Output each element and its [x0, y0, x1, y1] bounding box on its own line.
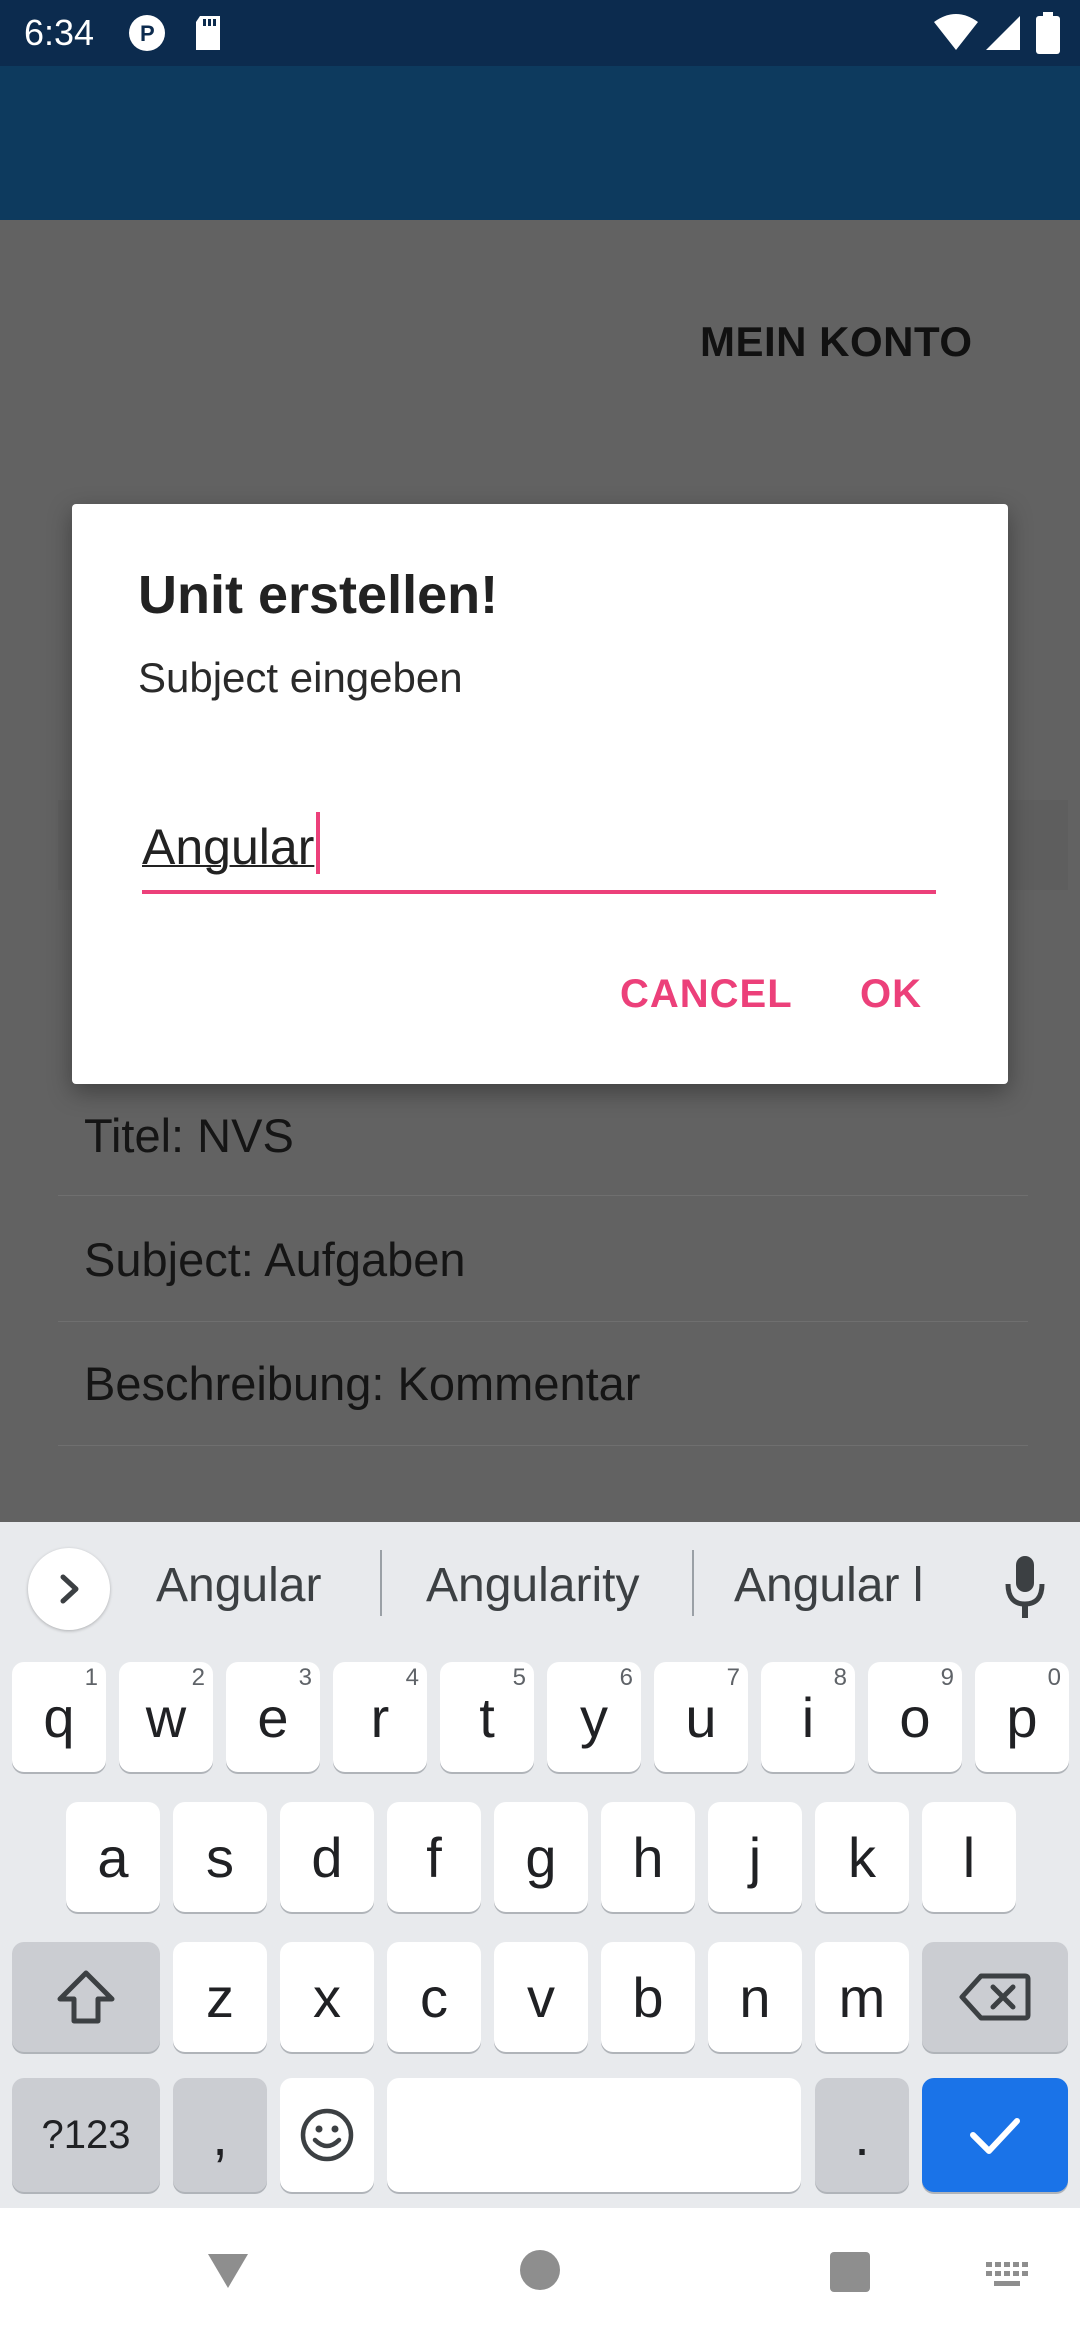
chevron-right-icon: [60, 1574, 79, 1604]
suggestion-2[interactable]: Angularity: [426, 1558, 639, 1613]
key-d[interactable]: d: [280, 1802, 374, 1912]
subject-input-field[interactable]: Angular: [142, 804, 936, 894]
background-row-subject: Subject: Aufgaben: [58, 1198, 1028, 1322]
p-app-icon: P: [129, 15, 165, 51]
suggestion-3[interactable]: Angular l: [734, 1558, 923, 1613]
svg-text:P: P: [140, 21, 155, 46]
microphone-icon[interactable]: [1000, 1552, 1050, 1622]
home-icon[interactable]: [518, 2248, 562, 2292]
key-label: i: [801, 1685, 815, 1749]
key-z[interactable]: z: [173, 1942, 267, 2052]
key-hint: 2: [191, 1664, 205, 1691]
key-s[interactable]: s: [173, 1802, 267, 1912]
key-label: t: [479, 1685, 495, 1749]
key-label: u: [685, 1685, 717, 1749]
key-label: q: [43, 1685, 75, 1749]
key-u[interactable]: u7: [654, 1662, 748, 1772]
key-g[interactable]: g: [494, 1802, 588, 1912]
key-hint: 1: [84, 1664, 98, 1691]
ok-button[interactable]: OK: [860, 972, 922, 1017]
emoji-icon: [300, 2108, 354, 2162]
key-k[interactable]: k: [815, 1802, 909, 1912]
key-l[interactable]: l: [922, 1802, 1016, 1912]
key-c[interactable]: c: [387, 1942, 481, 2052]
period-key[interactable]: .: [815, 2078, 909, 2192]
recents-icon[interactable]: [828, 2250, 872, 2294]
battery-icon: [1036, 12, 1060, 54]
subject-input[interactable]: Angular: [142, 804, 936, 890]
backspace-key[interactable]: [922, 1942, 1068, 2052]
sd-card-icon: [196, 16, 220, 50]
comma-key[interactable]: ,: [173, 2078, 267, 2192]
key-label: r: [370, 1685, 390, 1749]
key-hint: 7: [726, 1664, 740, 1691]
key-q[interactable]: q1: [12, 1662, 106, 1772]
emoji-key[interactable]: [280, 2078, 374, 2192]
subject-input-value: Angular: [142, 819, 315, 875]
shift-key[interactable]: [12, 1942, 160, 2052]
key-hint: 9: [940, 1664, 954, 1691]
key-label: y: [580, 1685, 608, 1749]
key-t[interactable]: t5: [440, 1662, 534, 1772]
key-i[interactable]: i8: [761, 1662, 855, 1772]
app-bar: [0, 66, 1080, 220]
key-hint: 4: [405, 1664, 419, 1691]
background-row-description: Beschreibung: Kommentar: [58, 1322, 1028, 1446]
keyboard-switch-icon[interactable]: [984, 2260, 1030, 2290]
key-v[interactable]: v: [494, 1942, 588, 2052]
background-row-title: Titel: NVS: [58, 1084, 1028, 1196]
key-b[interactable]: b: [601, 1942, 695, 2052]
status-time: 6:34: [24, 12, 95, 53]
key-w[interactable]: w2: [119, 1662, 213, 1772]
text-cursor: [316, 812, 321, 874]
suggestion-1[interactable]: Angular: [156, 1558, 321, 1613]
suggestion-bar: Angular Angularity Angular l: [0, 1522, 1080, 1646]
key-hint: 5: [512, 1664, 526, 1691]
key-o[interactable]: o9: [868, 1662, 962, 1772]
key-f[interactable]: f: [387, 1802, 481, 1912]
key-h[interactable]: h: [601, 1802, 695, 1912]
key-e[interactable]: e3: [226, 1662, 320, 1772]
dialog-message: Subject eingeben: [138, 654, 463, 701]
soft-keyboard: Angular Angularity Angular l q1 w2 e3 r4…: [0, 1522, 1080, 2208]
key-label: w: [145, 1685, 187, 1749]
key-hint: 8: [833, 1664, 847, 1691]
key-a[interactable]: a: [66, 1802, 160, 1912]
wifi-icon: [934, 14, 978, 50]
key-label: o: [899, 1685, 931, 1749]
space-key[interactable]: [387, 2078, 801, 2192]
key-n[interactable]: n: [708, 1942, 802, 2052]
signal-icon: [986, 16, 1020, 50]
backspace-icon: [959, 1973, 1031, 2021]
key-hint: 3: [298, 1664, 312, 1691]
cancel-button[interactable]: CANCEL: [620, 972, 793, 1017]
key-j[interactable]: j: [708, 1802, 802, 1912]
create-unit-dialog: Unit erstellen! Subject eingeben Angular…: [72, 504, 1008, 1084]
suggestion-divider: [692, 1550, 694, 1616]
back-icon[interactable]: [204, 2248, 252, 2292]
key-x[interactable]: x: [280, 1942, 374, 2052]
key-y[interactable]: y6: [547, 1662, 641, 1772]
key-label: e: [257, 1685, 289, 1749]
symbols-key[interactable]: ?123: [12, 2078, 160, 2192]
key-hint: 6: [619, 1664, 633, 1691]
checkmark-icon: [970, 2118, 1020, 2154]
key-p[interactable]: p0: [975, 1662, 1069, 1772]
status-bar: 6:34 P: [0, 0, 1080, 66]
my-account-button[interactable]: MEIN KONTO: [700, 318, 973, 366]
dialog-title: Unit erstellen!: [138, 565, 499, 625]
navigation-bar: [0, 2208, 1080, 2340]
key-m[interactable]: m: [815, 1942, 909, 2052]
key-r[interactable]: r4: [333, 1662, 427, 1772]
done-key[interactable]: [922, 2078, 1068, 2192]
key-label: p: [1006, 1685, 1038, 1749]
suggestion-divider: [380, 1550, 382, 1616]
shift-icon: [57, 1970, 115, 2024]
expand-toolbar-button[interactable]: [28, 1548, 110, 1630]
key-hint: 0: [1047, 1664, 1061, 1691]
